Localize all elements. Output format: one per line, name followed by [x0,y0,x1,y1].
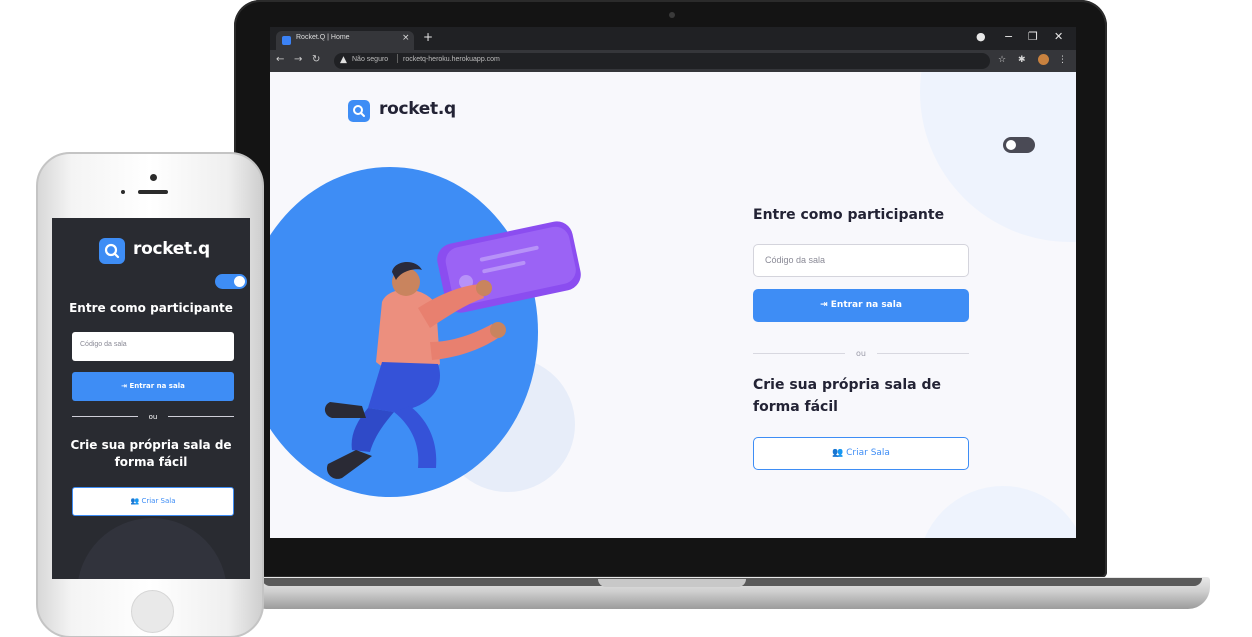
url-text[interactable]: rocketq-heroku.herokuapp.com [403,56,500,63]
create-title-line2: forma fácil [114,455,188,469]
back-icon[interactable]: ← [276,54,284,66]
home-button[interactable] [131,590,174,633]
room-code-placeholder: Código da sala [765,255,826,265]
restore-icon[interactable]: ❐ [1028,30,1038,44]
users-icon: 👥 [130,497,140,505]
enter-room-button[interactable]: ⇥ Entrar na sala [72,372,234,401]
room-code-placeholder: Código da sala [80,341,127,348]
users-icon: 👥 [832,448,844,458]
security-label[interactable]: Não seguro [352,56,388,63]
url-separator: | [396,54,400,64]
favicon-icon [282,36,291,45]
browser-toolbar: ← → ↻ ▲ Não seguro | rocketq-heroku.hero… [270,50,1076,72]
create-title-line2: forma fácil [753,399,838,415]
phone-frame: rocket.q Entre como participante Código … [36,152,264,637]
warning-icon[interactable]: ▲ [340,55,347,65]
log-in-icon: ⇥ [121,382,128,390]
toggle-knob [234,276,245,287]
phone-camera [150,174,157,181]
enter-room-label: Entrar na sala [830,300,902,310]
phone-sensor [121,190,125,194]
theme-toggle[interactable] [1003,137,1035,153]
room-code-input[interactable]: Código da sala [753,244,969,277]
logo-text: rocket.q [133,239,210,259]
search-icon [348,100,370,122]
close-tab-icon[interactable]: × [402,33,410,43]
more-icon[interactable]: ⋮ [1058,54,1067,66]
star-icon[interactable]: ☆ [998,54,1006,66]
create-title-line1: Crie sua própria sala de [753,377,941,393]
or-divider: ou [753,348,969,360]
reload-icon[interactable]: ↻ [312,54,320,66]
laptop-screen: Rocket.Q | Home × + ● − ❐ ✕ ← → ↻ ▲ Não … [270,27,1076,538]
or-divider: ou [72,412,234,422]
create-room-button[interactable]: 👥 Criar Sala [753,437,969,470]
phone-screen: rocket.q Entre como participante Código … [52,218,250,579]
new-tab-button[interactable]: + [423,30,433,44]
theme-toggle[interactable] [215,274,247,289]
avatar[interactable] [1038,54,1049,65]
minimize-icon[interactable]: − [1004,30,1013,44]
address-bar[interactable]: ▲ Não seguro | rocketq-heroku.herokuapp.… [334,53,990,69]
search-icon [99,238,125,264]
toggle-knob [1006,140,1016,150]
join-title: Entre como participante [69,301,233,315]
browser-tab[interactable]: Rocket.Q | Home × [276,31,414,50]
or-text: ou [856,349,866,358]
phone-speaker [138,190,168,194]
create-room-button[interactable]: 👥 Criar Sala [72,487,234,516]
profile-circle-icon[interactable]: ● [976,30,986,44]
laptop-notch [598,579,746,587]
join-title: Entre como participante [753,207,945,223]
enter-room-label: Entrar na sala [129,382,185,390]
create-room-label: Criar Sala [846,448,890,458]
decorative-circle [77,518,227,579]
close-window-icon[interactable]: ✕ [1054,30,1063,44]
create-title-line1: Crie sua própria sala de [70,438,232,452]
enter-room-button[interactable]: ⇥ Entrar na sala [753,289,969,322]
extensions-icon[interactable]: ✱ [1018,54,1026,66]
person-illustration [324,221,581,479]
forward-icon[interactable]: → [294,54,302,66]
create-room-label: Criar Sala [141,497,176,505]
laptop-camera [669,12,675,18]
join-form: Entre como participante Código da sala ⇥… [753,72,969,538]
room-code-input[interactable]: Código da sala [72,332,234,361]
tab-title: Rocket.Q | Home [296,34,350,41]
log-in-icon: ⇥ [820,300,828,310]
browser-tab-bar: Rocket.Q | Home × + ● − ❐ ✕ [270,27,1076,50]
web-page: rocket.q Entre como participante Código … [270,72,1076,538]
logo-text: rocket.q [379,99,456,119]
or-text: ou [148,413,158,421]
